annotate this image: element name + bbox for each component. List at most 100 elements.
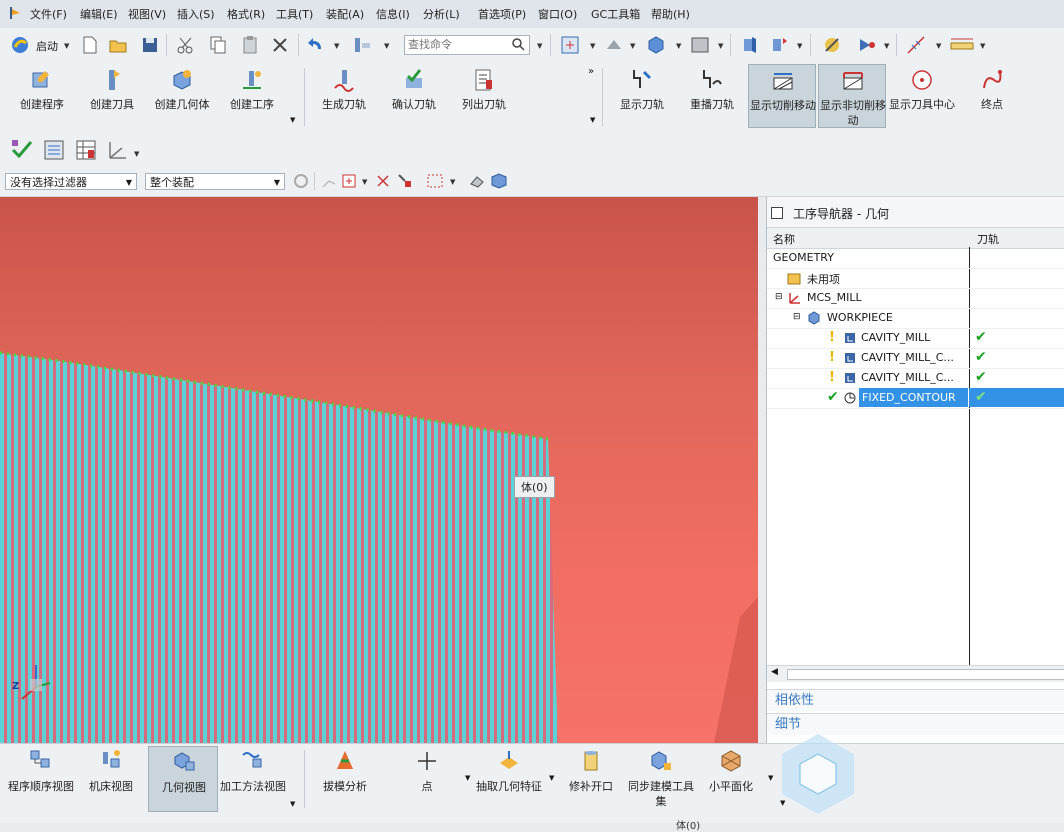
tree-row-workpiece[interactable]: ⊟ WORKPIECE [767, 308, 1064, 329]
eraser-icon[interactable] [468, 172, 486, 190]
create-program-button[interactable]: 创建程序 [8, 64, 76, 128]
verify-check-icon[interactable] [10, 138, 34, 162]
display-toolpath-button[interactable]: 显示刀轨 [608, 64, 676, 128]
menu-assembly[interactable]: 装配(A) [326, 6, 364, 22]
tree-row-geometry[interactable]: GEOMETRY [767, 248, 1064, 269]
geometry-view-button[interactable]: 几何视图 [148, 746, 218, 812]
chevron-down-icon[interactable]: ▼ [590, 116, 595, 124]
save-icon[interactable] [140, 35, 160, 55]
end-point-button[interactable]: 终点 [958, 64, 1026, 128]
generate-toolpath-button[interactable]: 生成刀轨 [310, 64, 378, 128]
tree-row-mcs-mill[interactable]: ⊟ MCS_MILL [767, 288, 1064, 309]
section-view-icon[interactable] [740, 35, 760, 55]
draft-analysis-button[interactable]: 拔模分析 [310, 746, 380, 812]
menu-insert[interactable]: 插入(S) [177, 6, 215, 22]
chevron-down-icon[interactable]: ▼ [334, 42, 339, 50]
chevron-down-icon[interactable]: ▼ [676, 42, 681, 50]
tree-row-unused[interactable]: 未用项 [767, 268, 1064, 289]
navigator-horizontal-scrollbar[interactable]: ◀ [767, 665, 1064, 682]
menu-analysis[interactable]: 分析(L) [423, 6, 460, 22]
display-cut-moves-button[interactable]: 显示切削移动 [748, 64, 816, 128]
command-search[interactable] [404, 35, 530, 55]
select-tool-icon[interactable] [396, 172, 414, 190]
replay-toolpath-button[interactable]: 重播刀轨 [678, 64, 746, 128]
assembly-tools-icon[interactable] [352, 35, 372, 55]
create-tool-button[interactable]: 创建刀具 [78, 64, 146, 128]
menu-edit[interactable]: 编辑(E) [80, 6, 118, 22]
chevron-down-icon[interactable]: ▼ [630, 42, 635, 50]
start-button-label[interactable]: 启动 [36, 38, 58, 54]
copy-icon[interactable] [208, 35, 228, 55]
play-motion-icon[interactable] [856, 35, 876, 55]
shaded-view-icon[interactable] [646, 35, 666, 55]
menu-format[interactable]: 格式(R) [227, 6, 265, 22]
facetize-button[interactable]: 小平面化 [696, 746, 766, 812]
fit-view-icon[interactable] [560, 35, 580, 55]
snap-icon[interactable] [320, 172, 338, 190]
background-icon[interactable] [690, 35, 710, 55]
chevron-down-icon[interactable]: ▼ [384, 42, 389, 50]
synchronous-modeling-button[interactable]: 同步建模工具集 [626, 746, 696, 812]
open-folder-icon[interactable] [108, 35, 128, 55]
menu-window[interactable]: 窗口(O) [538, 6, 577, 22]
column-toolpath-header[interactable]: 刀轨 [977, 231, 999, 247]
menu-view[interactable]: 视图(V) [128, 6, 166, 22]
tree-row-cavity-mill-copy-2[interactable]: ! CAVITY_MILL_C... ✔ [767, 368, 1064, 389]
chevron-down-icon[interactable]: ▼ [590, 42, 595, 50]
display-tool-center-button[interactable]: 显示刀具中心 [888, 64, 956, 128]
menu-preferences[interactable]: 首选项(P) [478, 6, 526, 22]
collapse-icon[interactable]: ⊟ [793, 312, 801, 322]
selection-scope-select[interactable]: 整个装配 ▼ [145, 173, 285, 190]
tree-row-cavity-mill[interactable]: ! CAVITY_MILL ✔ [767, 328, 1064, 349]
solid-body-icon[interactable] [490, 172, 508, 190]
chevron-down-icon[interactable]: ▼ [768, 774, 773, 782]
filter-settings-icon[interactable] [292, 172, 310, 190]
chevron-down-icon[interactable]: ▼ [884, 42, 889, 50]
coordinate-system-icon[interactable] [104, 138, 128, 162]
selection-filter-select[interactable]: 没有选择过滤器 ▼ [5, 173, 137, 190]
orient-view-icon[interactable] [604, 35, 624, 55]
menu-file[interactable]: 文件(F) [30, 6, 67, 22]
tree-row-cavity-mill-copy[interactable]: ! CAVITY_MILL_C... ✔ [767, 348, 1064, 369]
scroll-left-icon[interactable]: ◀ [771, 667, 778, 677]
machining-method-view-button[interactable]: 加工方法视图 [218, 746, 288, 812]
chevron-down-icon[interactable]: ▼ [980, 42, 985, 50]
command-search-input[interactable] [405, 36, 511, 52]
point-button[interactable]: 点 [392, 746, 462, 812]
chevron-down-icon[interactable]: ▼ [936, 42, 941, 50]
menu-info[interactable]: 信息(I) [376, 6, 410, 22]
chevron-down-icon[interactable]: ▼ [450, 178, 455, 186]
chevron-down-icon[interactable]: ▼ [797, 42, 802, 50]
search-icon[interactable] [511, 37, 525, 54]
clip-view-icon[interactable] [770, 35, 790, 55]
patch-opening-button[interactable]: 修补开口 [556, 746, 626, 812]
list-toolpath-button[interactable]: 列出刀轨 [450, 64, 518, 128]
chevron-down-icon[interactable]: ▼ [134, 150, 139, 158]
chevron-down-icon[interactable]: ▼ [290, 116, 295, 124]
machine-tool-view-button[interactable]: 机床视图 [76, 746, 146, 812]
render-style-icon[interactable] [822, 35, 842, 55]
verify-toolpath-button[interactable]: 确认刀轨 [380, 64, 448, 128]
chevron-down-icon[interactable]: ▼ [537, 42, 542, 50]
undo-icon[interactable] [306, 35, 326, 55]
dependencies-section[interactable]: 相依性 [767, 689, 1064, 711]
collapse-icon[interactable]: ⊟ [775, 292, 783, 302]
graphics-viewport[interactable]: 体(0) Z [0, 197, 758, 743]
chevron-down-icon[interactable]: ▼ [718, 42, 723, 50]
cut-icon[interactable] [176, 35, 196, 55]
menu-gc-toolbox[interactable]: GC工具箱 [591, 6, 640, 22]
chevron-down-icon[interactable]: ▼ [290, 800, 295, 808]
menu-tools[interactable]: 工具(T) [276, 6, 313, 22]
tree-row-fixed-contour[interactable]: ✔ FIXED_CONTOUR ✔ [767, 388, 1064, 409]
column-name-header[interactable]: 名称 [773, 231, 795, 247]
menu-help[interactable]: 帮助(H) [651, 6, 690, 22]
chevron-down-icon[interactable]: ▼ [362, 178, 367, 186]
pick-point-icon[interactable] [374, 172, 392, 190]
report-icon[interactable] [42, 138, 66, 162]
measure-distance-icon[interactable] [950, 35, 974, 55]
paste-icon[interactable] [240, 35, 260, 55]
snap-point-icon[interactable] [906, 35, 926, 55]
chevron-down-icon[interactable]: ▼ [465, 774, 470, 782]
select-faces-icon[interactable] [340, 172, 358, 190]
chevron-down-icon[interactable]: ▼ [64, 42, 69, 50]
